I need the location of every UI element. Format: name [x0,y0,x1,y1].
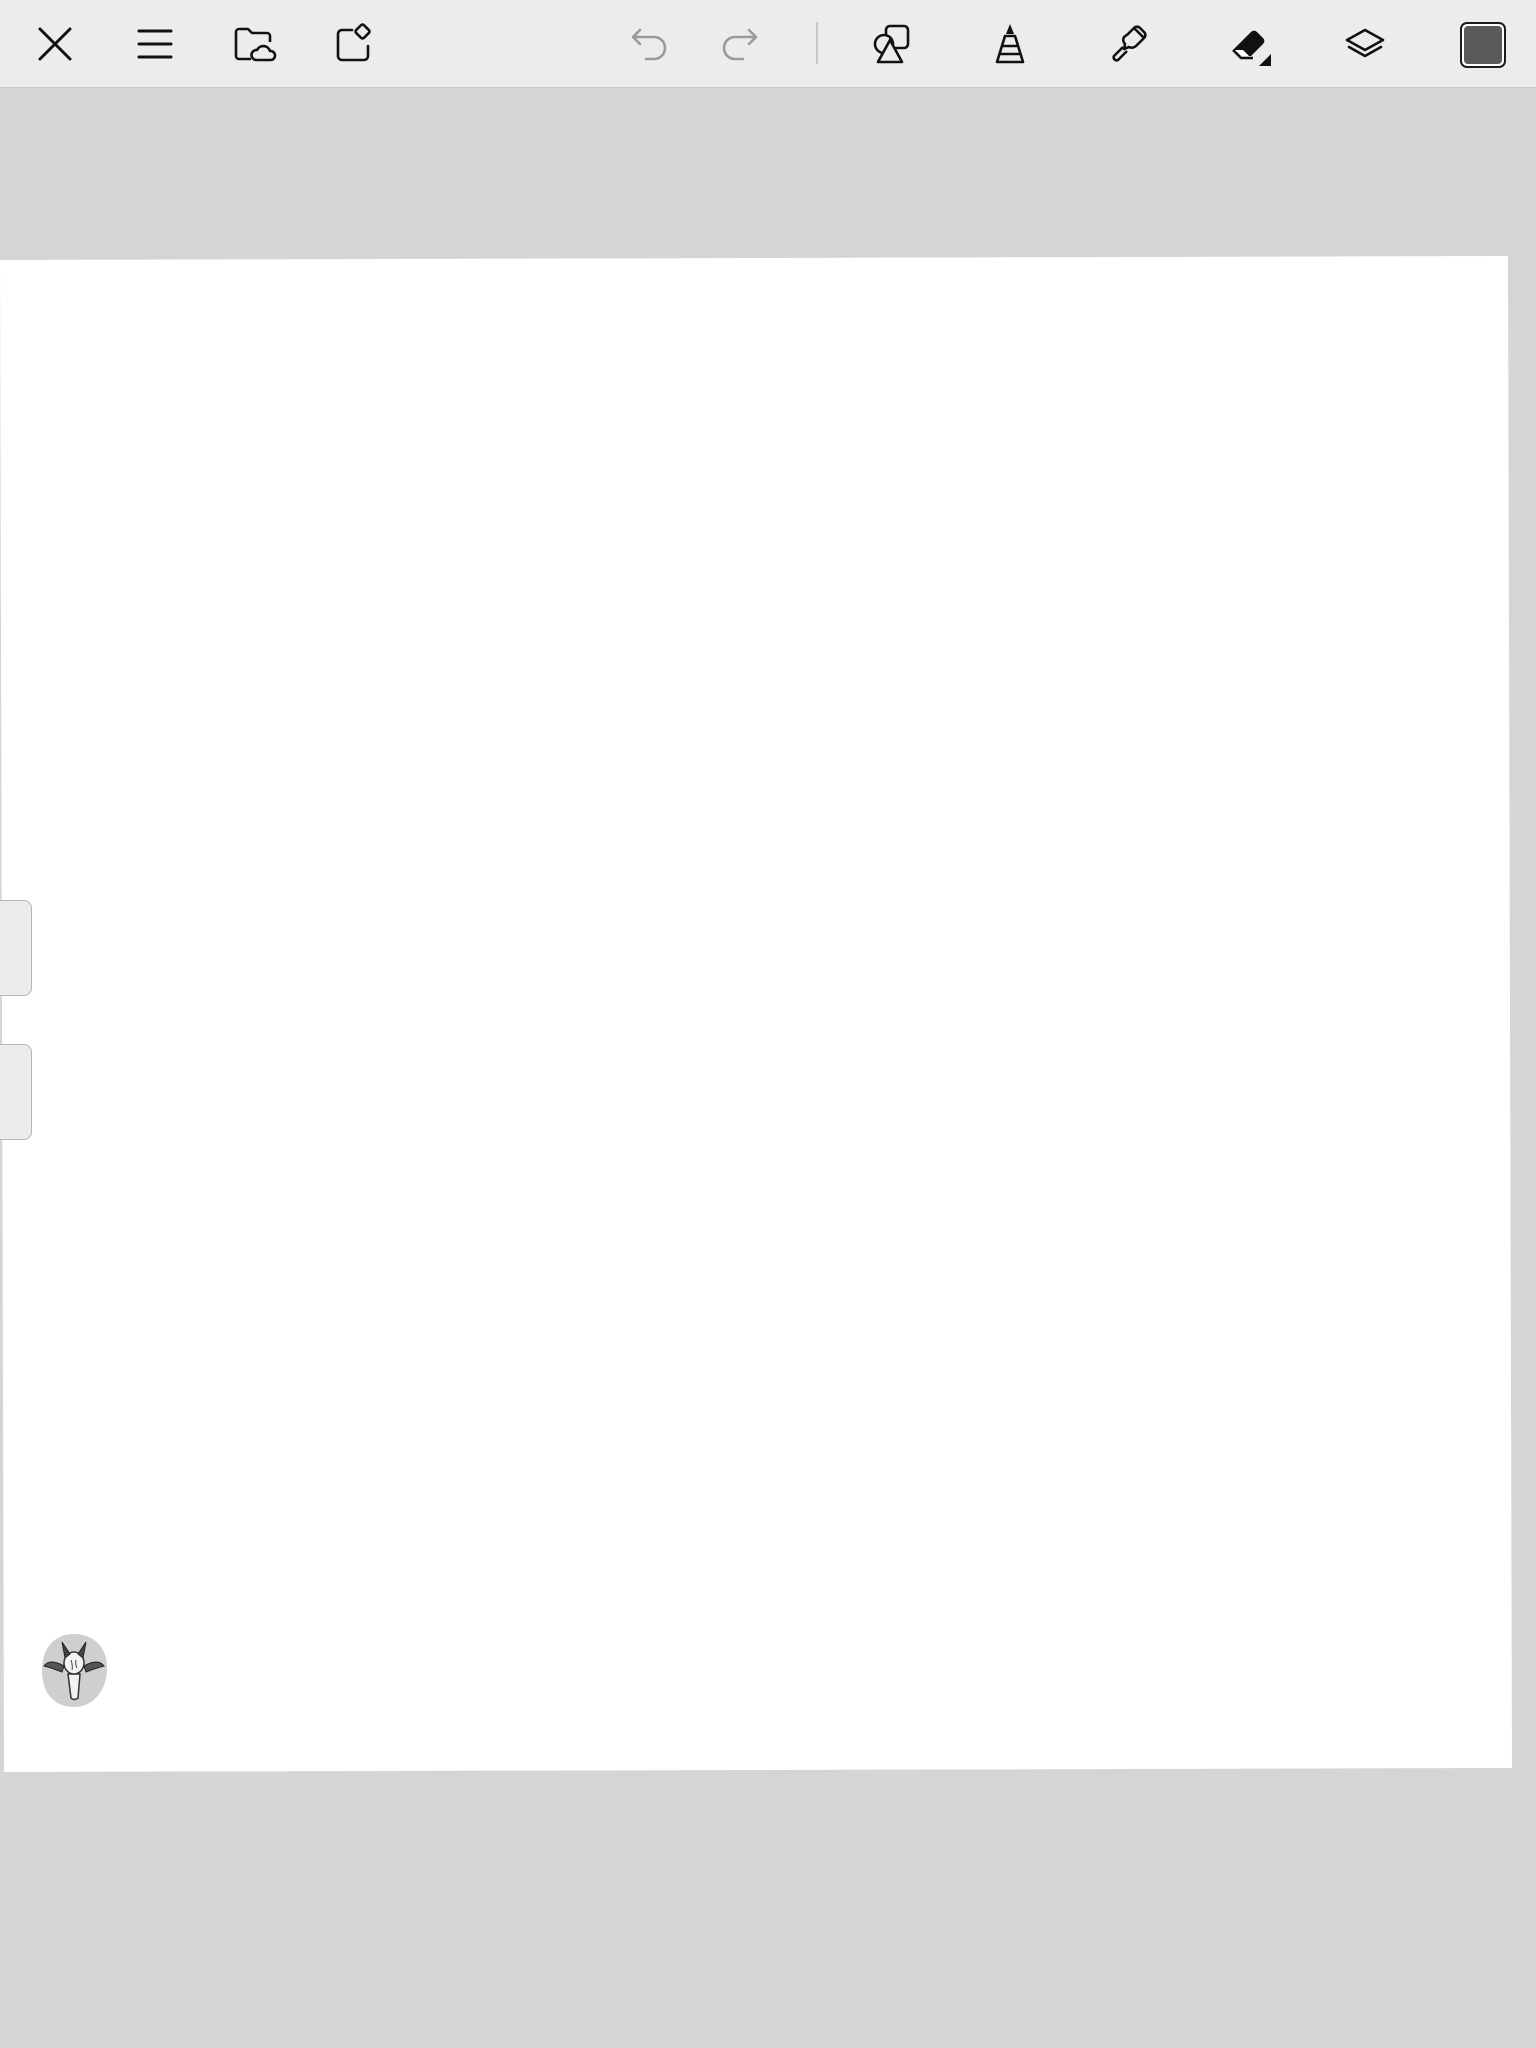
redo-button[interactable] [707,10,771,78]
layers-button[interactable] [1333,10,1397,78]
top-toolbar [0,0,1536,88]
opacity-slider[interactable] [0,1044,32,1140]
new-canvas-button[interactable] [322,10,386,78]
toolbar-divider [816,22,818,64]
color-picker-button[interactable] [1460,22,1506,68]
brush-tool-button[interactable] [978,10,1042,78]
eraser-tool-button[interactable] [1217,10,1281,78]
undo-icon [631,28,667,61]
cloud-files-button[interactable] [222,10,286,78]
eraser-icon [1232,30,1271,66]
user-avatar[interactable] [38,1630,110,1710]
menu-button[interactable] [123,10,187,78]
redo-icon [722,28,758,61]
shapes-tool-button[interactable] [860,10,924,78]
menu-icon [137,29,173,59]
avatar-character-icon [41,1634,108,1708]
cloud-folder-icon [234,27,277,62]
current-color-swatch [1464,26,1502,64]
drawing-canvas[interactable] [0,256,1512,1772]
shapes-icon [873,24,910,64]
close-icon [38,27,72,61]
brush-icon [995,24,1025,64]
layers-icon [1345,28,1385,58]
close-button[interactable] [23,10,87,78]
new-canvas-icon [336,23,371,62]
undo-button[interactable] [618,10,682,78]
brush-size-slider[interactable] [0,900,32,996]
smudge-icon [1112,25,1147,62]
smudge-tool-button[interactable] [1096,10,1160,78]
